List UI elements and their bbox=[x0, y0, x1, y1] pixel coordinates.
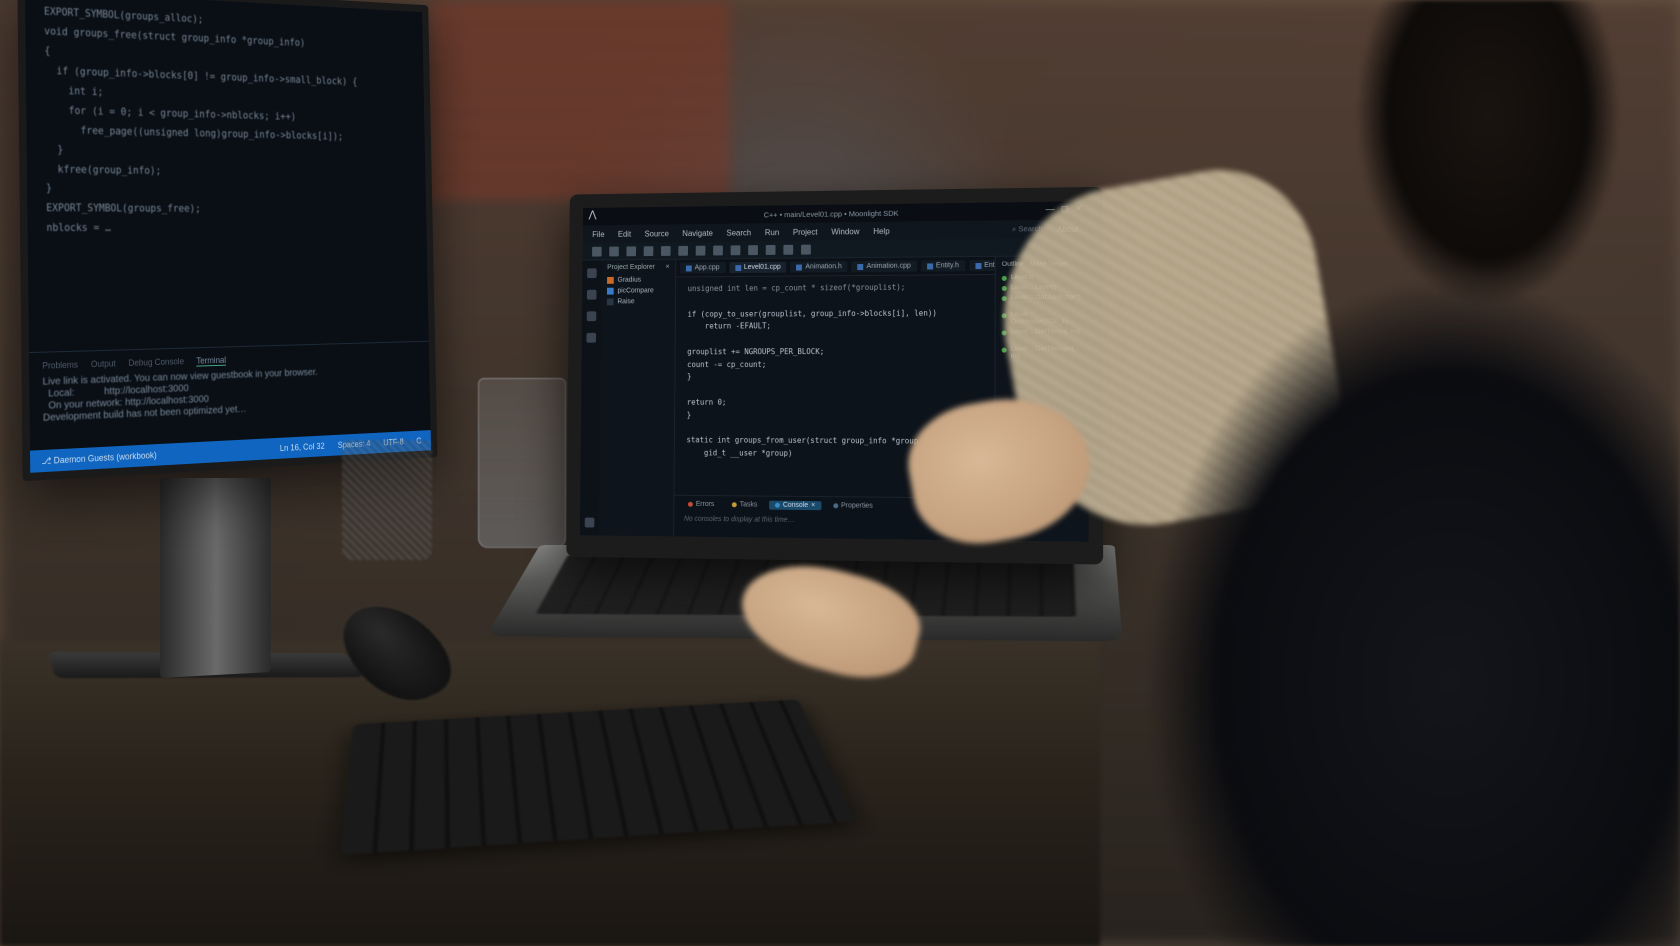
file-icon bbox=[735, 265, 741, 271]
toolbar-stop-icon[interactable] bbox=[696, 245, 706, 255]
project-explorer: Project Explorer × Gradius picCompare Ra… bbox=[599, 260, 676, 537]
terminal-tab-terminal[interactable]: Terminal bbox=[196, 355, 226, 367]
file-icon bbox=[686, 265, 692, 271]
bottom-tab-tasks[interactable]: Tasks bbox=[726, 500, 763, 509]
code-line: } bbox=[46, 180, 410, 202]
explorer-title: Project Explorer bbox=[607, 264, 655, 271]
menu-help[interactable]: Help bbox=[873, 226, 889, 235]
activity-grid-icon[interactable] bbox=[585, 518, 595, 528]
terminal-tab-debug[interactable]: Debug Console bbox=[128, 356, 184, 368]
activity-debug-icon[interactable] bbox=[586, 333, 596, 343]
bottom-tab-errors[interactable]: Errors bbox=[682, 499, 720, 508]
error-icon bbox=[688, 501, 693, 506]
pen-cup bbox=[342, 440, 432, 560]
menu-edit[interactable]: Edit bbox=[618, 229, 631, 238]
monitor-code-editor: EXPORT_SYMBOL(groups_alloc); void groups… bbox=[25, 0, 427, 251]
menu-window[interactable]: Window bbox=[831, 227, 859, 236]
tab-animation-h[interactable]: Animation.h bbox=[791, 261, 848, 272]
tab-app-cpp[interactable]: App.cpp bbox=[680, 262, 725, 273]
toolbar-build-icon[interactable] bbox=[644, 246, 654, 256]
tab-close-icon[interactable]: × bbox=[811, 502, 815, 509]
toolbar-run-icon[interactable] bbox=[678, 245, 688, 255]
file-icon bbox=[796, 264, 802, 270]
tab-entity-h[interactable]: Entity.h bbox=[921, 260, 965, 271]
toolbar-structure-icon[interactable] bbox=[748, 245, 758, 255]
toolbar-save-icon[interactable] bbox=[609, 246, 619, 256]
file-icon bbox=[858, 264, 864, 270]
menu-file[interactable]: File bbox=[592, 230, 604, 239]
toolbar-forward-icon[interactable] bbox=[801, 244, 811, 254]
menu-project[interactable]: Project bbox=[793, 227, 818, 236]
tab-level01-cpp[interactable]: Level01.cpp bbox=[729, 262, 786, 273]
activity-explorer-icon[interactable] bbox=[587, 268, 597, 278]
brick-wall bbox=[430, 0, 730, 200]
activity-git-icon[interactable] bbox=[587, 311, 597, 321]
file-icon bbox=[975, 262, 981, 268]
toolbar-link-icon[interactable] bbox=[766, 244, 776, 254]
menu-search[interactable]: Search bbox=[726, 228, 751, 237]
terminal-tab-problems[interactable]: Problems bbox=[42, 360, 78, 372]
toolbar-debug-icon[interactable] bbox=[661, 246, 671, 256]
status-branch[interactable]: ⎇ Daemon Guests (workbook) bbox=[41, 450, 156, 467]
water-glass bbox=[478, 378, 566, 548]
tab-animation-cpp[interactable]: Animation.cpp bbox=[852, 261, 917, 273]
code-line: EXPORT_SYMBOL(groups_free); bbox=[46, 200, 411, 221]
explorer-item-gradius[interactable]: Gradius bbox=[607, 275, 669, 286]
ide-logo-icon: ⋀ bbox=[589, 210, 597, 221]
console-icon bbox=[775, 502, 780, 507]
folder-icon bbox=[607, 288, 614, 295]
explorer-item-piccompare[interactable]: picCompare bbox=[607, 285, 669, 296]
properties-icon bbox=[833, 503, 838, 508]
bullet-icon bbox=[1002, 275, 1007, 280]
bottom-tab-console[interactable]: Console × bbox=[769, 500, 821, 510]
explorer-close-icon[interactable]: × bbox=[666, 264, 670, 271]
person-foreground bbox=[1040, 0, 1680, 946]
ide-title: C++ • main/Level01.cpp • Moonlight SDK bbox=[764, 208, 899, 219]
code-line: nblocks = … bbox=[46, 219, 411, 239]
menu-navigate[interactable]: Navigate bbox=[682, 228, 713, 237]
tasks-icon bbox=[732, 502, 737, 507]
ide-activity-bar bbox=[580, 260, 602, 535]
menu-run[interactable]: Run bbox=[765, 228, 779, 237]
bullet-icon bbox=[1002, 347, 1007, 352]
terminal-tab-output[interactable]: Output bbox=[91, 358, 116, 370]
toolbar-bookmark-icon[interactable] bbox=[713, 245, 723, 255]
external-monitor: EXPORT_SYMBOL(groups_alloc); void groups… bbox=[17, 0, 437, 481]
monitor-stand bbox=[160, 478, 271, 678]
status-position[interactable]: Ln 16, Col 32 bbox=[280, 441, 325, 453]
toolbar-new-icon[interactable] bbox=[592, 246, 602, 256]
menu-source[interactable]: Source bbox=[644, 229, 668, 238]
file-icon bbox=[927, 263, 933, 269]
bottom-tab-properties[interactable]: Properties bbox=[827, 501, 879, 511]
activity-search-icon[interactable] bbox=[587, 290, 597, 300]
folder-icon bbox=[607, 298, 614, 305]
toolbar-back-icon[interactable] bbox=[783, 244, 793, 254]
folder-icon bbox=[607, 277, 614, 284]
tab-entity-cpp[interactable]: Entity.cpp bbox=[969, 260, 995, 272]
toolbar-search-icon[interactable] bbox=[731, 245, 741, 255]
explorer-item-raise[interactable]: Raise bbox=[607, 296, 669, 307]
toolbar-print-icon[interactable] bbox=[626, 246, 636, 256]
